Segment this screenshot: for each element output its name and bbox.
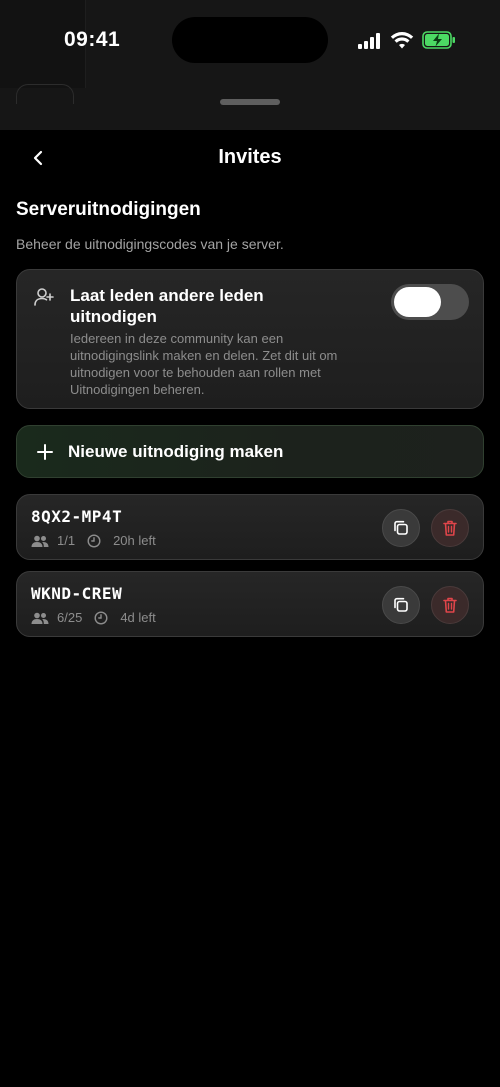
new-invite-label: Nieuwe uitnodiging maken [68,442,284,461]
delete-invite-button[interactable] [431,509,469,547]
copy-invite-button[interactable] [382,509,420,547]
setting-description: Iedereen in deze community kan een uitno… [70,331,338,397]
status-bar: 09:41 [0,0,500,88]
setting-title: Laat leden andere leden uitnodigen [70,286,264,326]
member-invites-toggle[interactable] [391,284,469,320]
user-plus-icon [34,288,54,306]
clock-icon [87,533,105,548]
invite-uses: 1/1 [57,533,76,548]
invite-code: 8QX2-MP4T [31,507,123,526]
page-title: Invites [218,146,282,168]
invite-row: WKND-CREW 6/25 4d left [16,571,484,637]
delete-invite-button[interactable] [431,586,469,624]
invites-sheet: Invites Serveruitnodigingen Beheer de ui… [0,130,500,1087]
invite-expiry: 4d left [120,610,156,625]
section-subtitle: Beheer de uitnodigingscodes van je serve… [16,236,284,252]
sheet-grabber[interactable] [220,99,280,105]
cellular-signal-icon [358,33,384,49]
copy-invite-button[interactable] [382,586,420,624]
invite-meta: 1/1 20h left [31,533,156,548]
invite-meta: 6/25 4d left [31,610,156,625]
copy-icon [394,520,408,535]
toggle-knob [394,287,441,317]
wifi-icon [390,32,414,49]
trash-icon [443,520,457,536]
section-title: Serveruitnodigingen [16,199,201,220]
invite-expiry: 20h left [113,533,156,548]
dynamic-island [172,17,328,63]
users-icon [31,534,49,548]
users-icon [31,611,49,625]
status-time: 09:41 [64,28,121,51]
new-invite-button[interactable]: Nieuwe uitnodiging maken [16,425,484,478]
trash-icon [443,597,457,613]
invite-uses: 6/25 [57,610,83,625]
navigation-bar: Invites [0,130,500,186]
invite-code: WKND-CREW [31,584,123,603]
member-invites-setting: Laat leden andere leden uitnodigen Ieder… [16,269,484,409]
clock-icon [94,610,112,625]
copy-icon [394,597,408,612]
invite-row: 8QX2-MP4T 1/1 20h left [16,494,484,560]
battery-charging-icon [422,31,455,49]
plus-icon [37,444,53,460]
